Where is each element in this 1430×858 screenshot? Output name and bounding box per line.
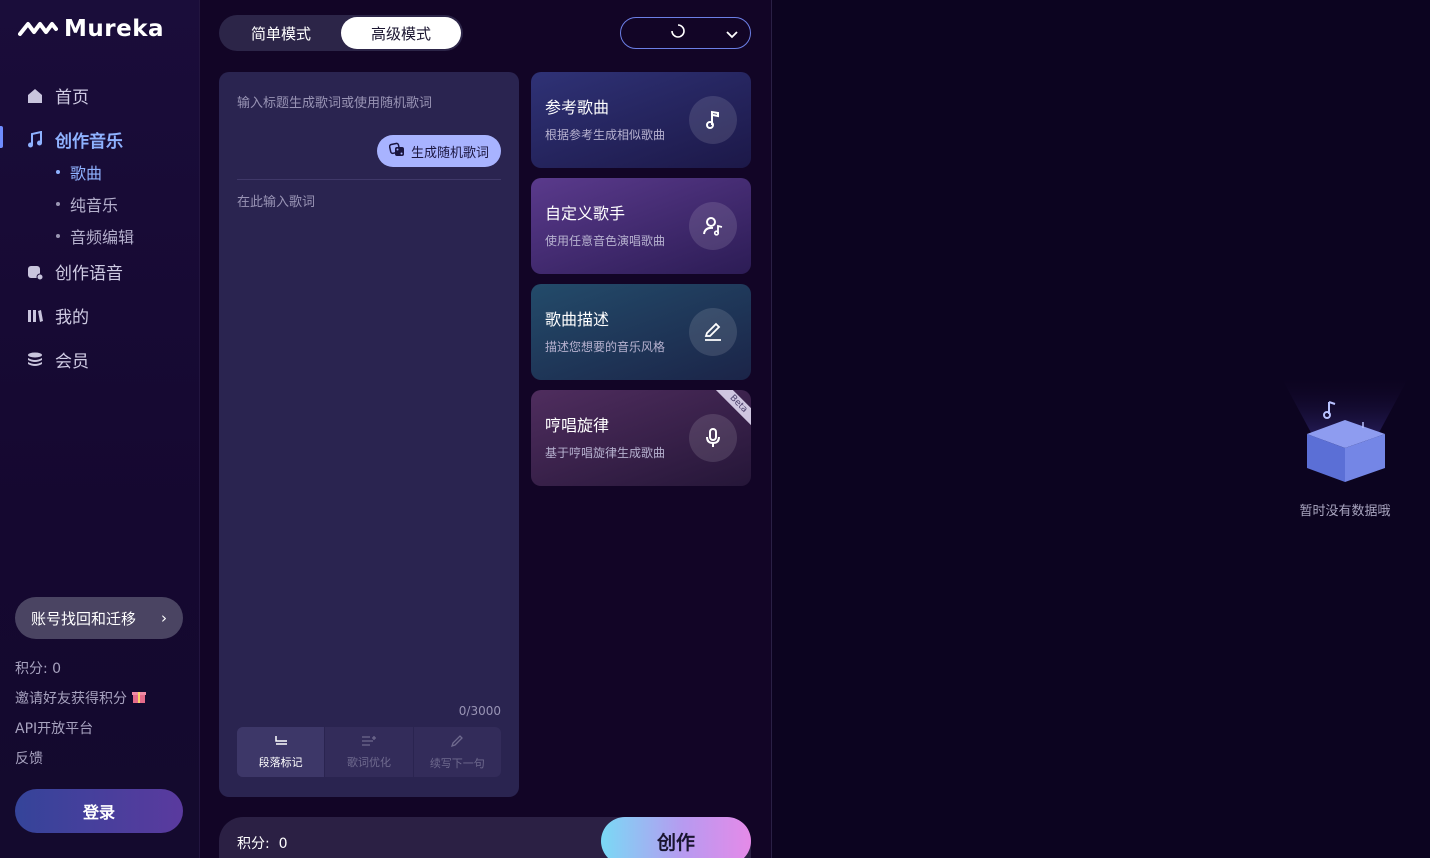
feedback-link[interactable]: 反馈 [15,748,43,768]
nav-home-label: 首页 [55,88,89,108]
invite-label: 邀请好友获得积分 [15,691,127,707]
section-marker-label: 段落标记 [258,755,303,769]
continue-writing-label: 续写下一句 [429,756,485,770]
dice-icon [388,141,405,161]
loading-spinner-icon [670,23,686,43]
account-recovery-button[interactable]: 账号找回和迁移 › [15,597,183,639]
section-marker-icon [273,735,289,750]
brand-name: Mureka [64,16,165,42]
card-hum-melody[interactable]: Beta 哼唱旋律 基于哼唱旋律生成歌曲 [531,390,751,486]
bullet-icon [56,234,60,238]
nav-member[interactable]: 会员 [25,347,89,372]
sub-item-pure-music-label: 纯音乐 [70,196,119,215]
music-note-icon [689,96,737,144]
credits-value: 0 [278,836,288,852]
empty-box-icon [1275,370,1415,494]
credits-text: 积分: 0 [15,661,62,677]
voice-icon [25,262,45,282]
account-recovery-label: 账号找回和迁移 [31,609,137,628]
title-input[interactable]: 输入标题生成歌词或使用随机歌词 [237,92,432,111]
nav-mine[interactable]: 我的 [25,303,89,328]
pencil-icon [450,734,464,751]
home-icon [25,86,45,106]
singer-icon [689,202,737,250]
lyrics-panel: 输入标题生成歌词或使用随机歌词 生成随机歌词 在此输入歌词 0/3000 段落标… [219,72,519,797]
api-platform-link[interactable]: API开放平台 [15,718,93,738]
sub-item-audio-edit-label: 音频编辑 [70,228,135,247]
coins-icon [25,350,45,370]
gift-icon [131,688,147,708]
nav-create-voice[interactable]: 创作语音 [25,259,123,284]
empty-state-text: 暂时没有数据哦 [1299,504,1391,519]
divider [237,179,501,180]
sidebar: Mureka 首页 创作音乐 歌曲 纯音乐 音频编辑 创作语音 我的 会员 账号… [0,0,200,858]
lyrics-textarea[interactable]: 在此输入歌词 [237,191,315,210]
nav-member-label: 会员 [55,352,89,372]
bullet-icon [56,170,60,174]
random-lyrics-button[interactable]: 生成随机歌词 [376,135,501,167]
card-custom-singer[interactable]: 自定义歌手 使用任意音色演唱歌曲 [531,178,751,274]
nav-create-music[interactable]: 创作音乐 [25,127,123,152]
continue-writing-button[interactable]: 续写下一句 [412,727,501,777]
sub-item-song-label: 歌曲 [70,164,103,183]
lyrics-optimize-button[interactable]: 歌词优化 [324,727,412,777]
char-count: 0/3000 [458,704,501,718]
random-lyrics-label: 生成随机歌词 [410,145,489,161]
active-indicator [0,126,3,148]
invite-link[interactable]: 邀请好友获得积分 [15,688,147,708]
login-button[interactable]: 登录 [15,789,183,833]
sub-item-audio-edit[interactable]: 音频编辑 [56,224,134,248]
credit-bar: 积分: 0 创作 [219,817,751,858]
chevron-down-icon [726,24,738,43]
lyrics-optimize-label: 歌词优化 [346,755,391,769]
advanced-mode-tab[interactable]: 高级模式 [341,17,461,49]
mureka-logo-icon [18,22,58,36]
empty-state: 暂时没有数据哦 [1275,370,1415,519]
create-button[interactable]: 创作 [601,817,751,858]
nav-create-music-label: 创作音乐 [55,132,123,152]
mode-toggle: 简单模式 高级模式 [219,15,463,51]
nav-home[interactable]: 首页 [25,83,89,108]
section-marker-button[interactable]: 段落标记 [237,727,325,777]
mic-icon [689,414,737,462]
simple-mode-tab[interactable]: 简单模式 [221,17,341,49]
nav-mine-label: 我的 [55,308,89,328]
sub-item-song[interactable]: 歌曲 [56,160,102,184]
card-reference-song[interactable]: 参考歌曲 根据参考生成相似歌曲 [531,72,751,168]
music-note-icon [25,130,45,150]
credits-display: 积分: 0 [237,833,288,853]
credits-label: 积分: [237,836,270,852]
model-select[interactable] [620,17,751,49]
optimize-icon [361,735,377,750]
lyrics-toolbar: 段落标记 歌词优化 续写下一句 [237,727,501,777]
bullet-icon [56,202,60,206]
sub-item-pure-music[interactable]: 纯音乐 [56,192,118,216]
nav-create-voice-label: 创作语音 [55,264,123,284]
card-song-description[interactable]: 歌曲描述 描述您想要的音乐风格 [531,284,751,380]
library-icon [25,306,45,326]
logo[interactable]: Mureka [18,16,164,42]
pen-icon [689,308,737,356]
chevron-right-icon: › [161,609,167,627]
